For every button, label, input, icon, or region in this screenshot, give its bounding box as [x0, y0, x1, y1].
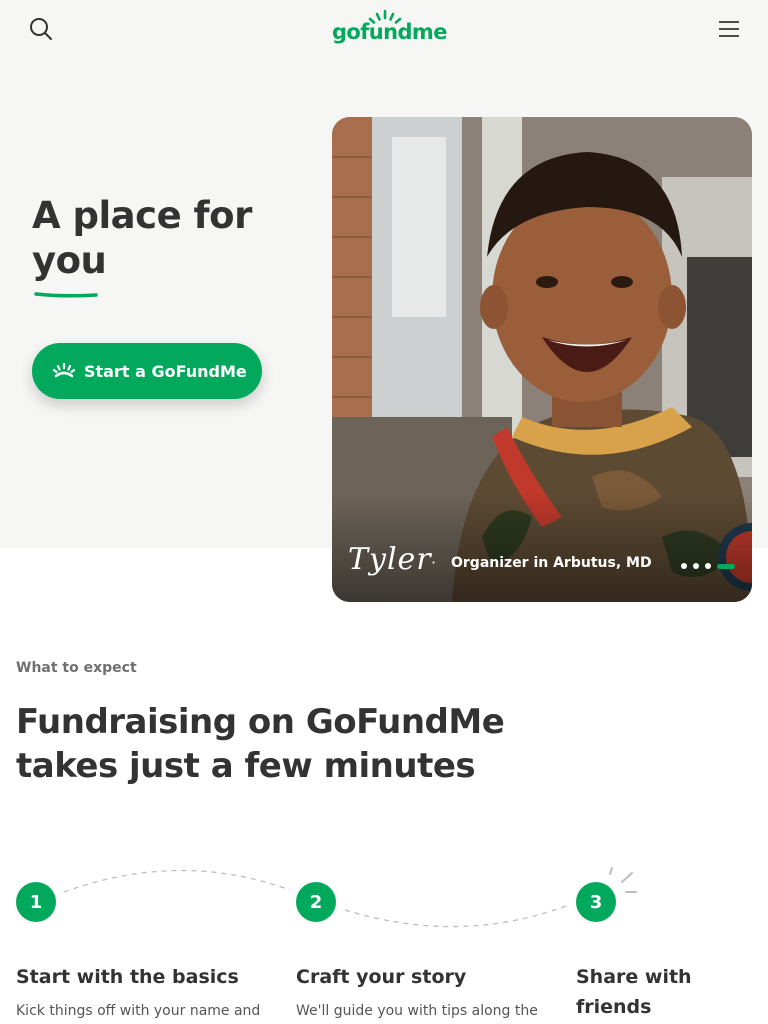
step-title-1: Start with the basics: [16, 966, 239, 988]
step-number-2: 2: [296, 882, 336, 922]
step-title-3: Share with friends family: [576, 962, 768, 1024]
step-title-2: Craft your story: [296, 966, 467, 988]
hamburger-menu-icon: [719, 21, 739, 37]
sparkle-icon: [609, 867, 637, 893]
caption-separator: ·: [431, 553, 437, 572]
section-title-line2: takes just a few minutes: [16, 746, 476, 786]
start-gofundme-button[interactable]: Start a GoFundMe: [32, 343, 262, 399]
step-title-3-line1: Share with friends: [576, 966, 692, 1018]
hero-title-line2: you: [32, 239, 107, 282]
carousel-indicator[interactable]: [681, 561, 741, 571]
menu-button[interactable]: [716, 16, 742, 42]
step-number-3: 3: [576, 882, 616, 922]
step-desc-2: We'll guide you with tips along the: [296, 1003, 538, 1019]
carousel-dot[interactable]: [693, 563, 699, 569]
carousel-dot[interactable]: [681, 563, 687, 569]
carousel-dot[interactable]: [705, 563, 711, 569]
search-icon: [30, 18, 52, 40]
page: gofundme A place for you Start a GoFundM…: [0, 0, 768, 1024]
top-nav: gofundme: [0, 0, 768, 58]
steps-connector: [63, 867, 637, 928]
hero-title: A place for you: [32, 193, 292, 283]
title-underline-decoration: [34, 292, 98, 298]
step-desc-1: Kick things off with your name and: [16, 1003, 261, 1019]
sprout-icon: [52, 362, 76, 378]
carousel-dot-active[interactable]: [717, 563, 735, 569]
organizer-caption: Organizer in Arbutus, MD: [451, 555, 652, 571]
search-button[interactable]: [26, 14, 56, 44]
step-number-1: 1: [16, 882, 56, 922]
section-title-line1: Fundraising on GoFundMe: [16, 702, 505, 742]
logo-wordmark: gofundme: [332, 20, 447, 44]
start-gofundme-label: Start a GoFundMe: [84, 361, 247, 381]
section-eyebrow: What to expect: [16, 660, 137, 676]
hero-photo-card[interactable]: Tyler · Organizer in Arbutus, MD: [332, 117, 752, 602]
section-title: Fundraising on GoFundMe takes just a few…: [16, 700, 576, 788]
organizer-signature: Tyler: [348, 542, 432, 577]
hero-title-line1: A place for: [32, 194, 252, 237]
